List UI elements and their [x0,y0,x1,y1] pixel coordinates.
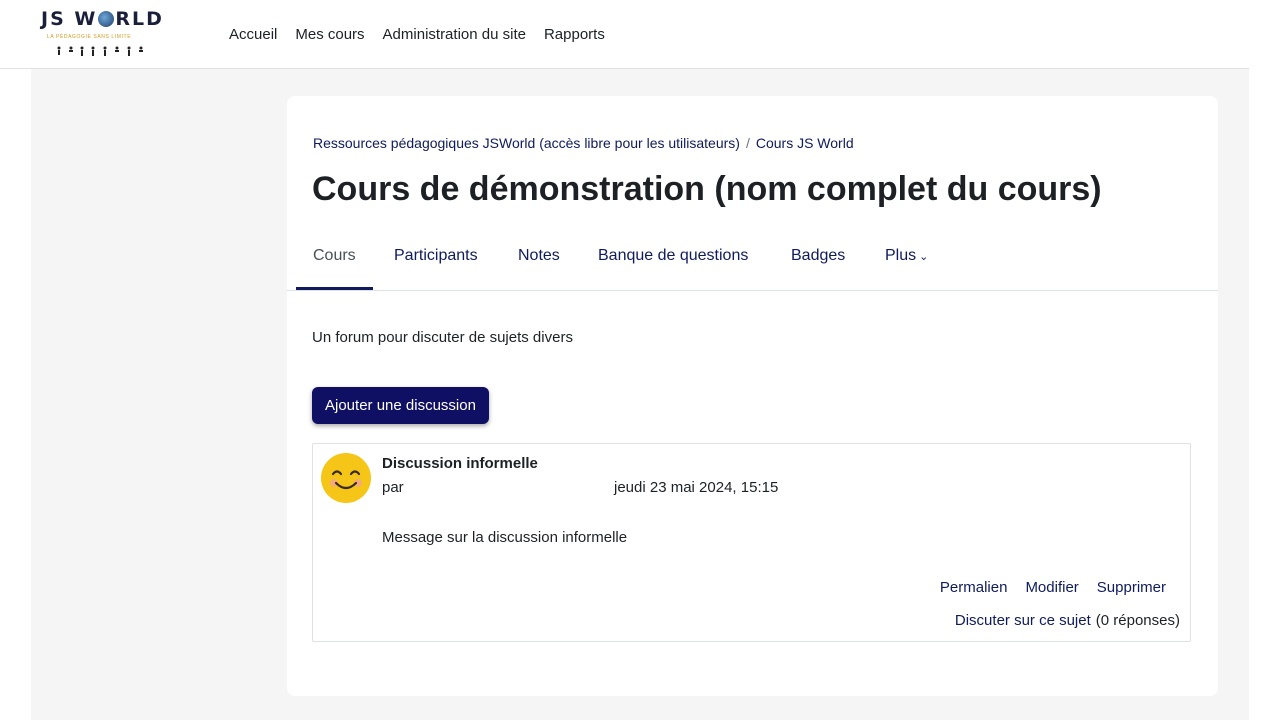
tab-plus-label: Plus [885,247,917,264]
primary-navigation: Accueil Mes cours Administration du site… [229,26,605,43]
tab-plus[interactable]: Plus ⌄ [885,236,928,288]
add-discussion-button[interactable]: Ajouter une discussion [312,387,489,424]
post-message: Message sur la discussion informelle [382,529,628,546]
breadcrumb-item-ressources[interactable]: Ressources pédagogiques JSWorld (accès l… [313,135,740,151]
site-logo[interactable]: JS W RLD LA PÉDAGOGIE SANS LIMITE [41,8,181,64]
tab-badges[interactable]: Badges [791,236,845,288]
forum-post: Discussion informelle par jeudi 23 mai 2… [312,443,1191,642]
nav-item-mes-cours[interactable]: Mes cours [295,26,364,43]
course-tabs: Cours Participants Notes Banque de quest… [287,236,1218,291]
post-subject: Discussion informelle [382,455,538,472]
page-title: Cours de démonstration (nom complet du c… [312,170,1102,208]
nav-item-accueil[interactable]: Accueil [229,26,277,43]
post-author: par [382,479,404,496]
forum-description: Un forum pour discuter de sujets divers [312,329,573,346]
smiley-avatar-icon[interactable] [321,453,371,503]
sport-figures-icon [57,46,143,56]
tab-notes[interactable]: Notes [518,236,560,288]
logo-title: JS W RLD [41,8,164,30]
edit-link[interactable]: Modifier [1025,579,1078,596]
top-navbar: JS W RLD LA PÉDAGOGIE SANS LIMITE Accueil… [0,0,1249,69]
breadcrumb-item-cours[interactable]: Cours JS World [756,135,854,151]
nav-item-administration[interactable]: Administration du site [383,26,526,43]
tab-cours[interactable]: Cours [296,236,373,290]
delete-link[interactable]: Supprimer [1097,579,1166,596]
chevron-down-icon: ⌄ [919,251,929,263]
tab-participants[interactable]: Participants [394,236,478,288]
tab-banque-de-questions[interactable]: Banque de questions [598,236,748,288]
breadcrumb-separator: / [745,135,750,151]
reply-link[interactable]: Discuter sur ce sujet [955,612,1091,629]
breadcrumb: Ressources pédagogiques JSWorld (accès l… [313,135,854,151]
logo-tagline: LA PÉDAGOGIE SANS LIMITE [47,34,132,40]
reply-count: (0 réponses) [1095,612,1180,629]
nav-item-rapports[interactable]: Rapports [544,26,605,43]
post-date: jeudi 23 mai 2024, 15:15 [614,479,779,496]
permalink-link[interactable]: Permalien [940,579,1008,596]
globe-icon [98,11,115,27]
reply-row: Discuter sur ce sujet (0 réponses) [955,612,1180,629]
post-actions: Permalien Modifier Supprimer [940,579,1166,596]
main-content-card: Ressources pédagogiques JSWorld (accès l… [287,96,1218,696]
